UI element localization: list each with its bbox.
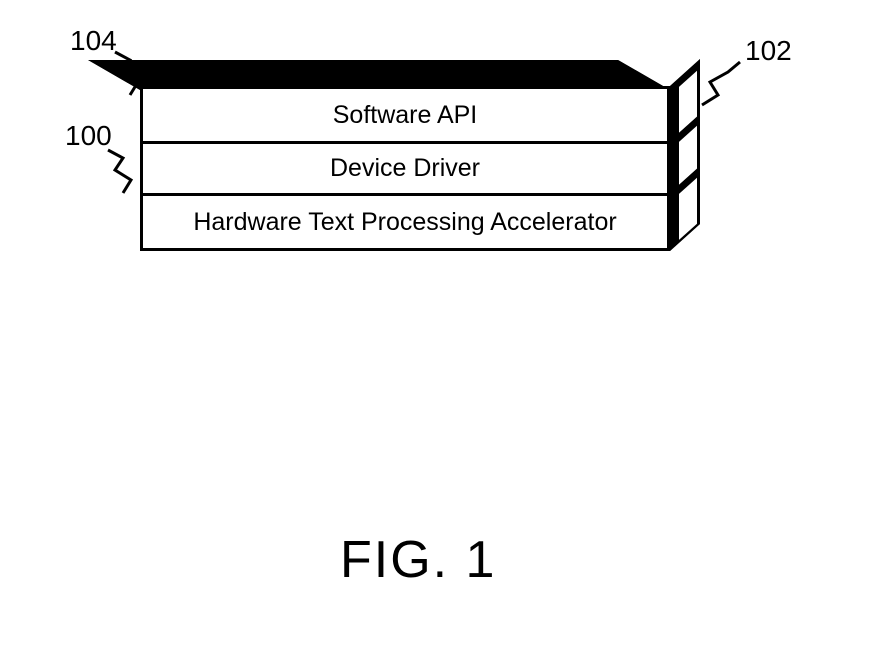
software-api-layer: Software API: [140, 86, 670, 144]
leader-line-104: [110, 50, 150, 100]
software-api-label: Software API: [333, 101, 478, 130]
device-driver-label: Device Driver: [330, 154, 480, 183]
device-driver-layer: Device Driver: [140, 141, 670, 196]
hardware-accelerator-layer: Hardware Text Processing Accelerator: [140, 193, 670, 251]
leader-line-102: [700, 60, 748, 110]
ref-102: 102: [745, 35, 792, 67]
leader-line-100: [103, 148, 143, 198]
hardware-accelerator-label: Hardware Text Processing Accelerator: [193, 208, 616, 237]
figure-label: FIG. 1: [340, 530, 496, 590]
